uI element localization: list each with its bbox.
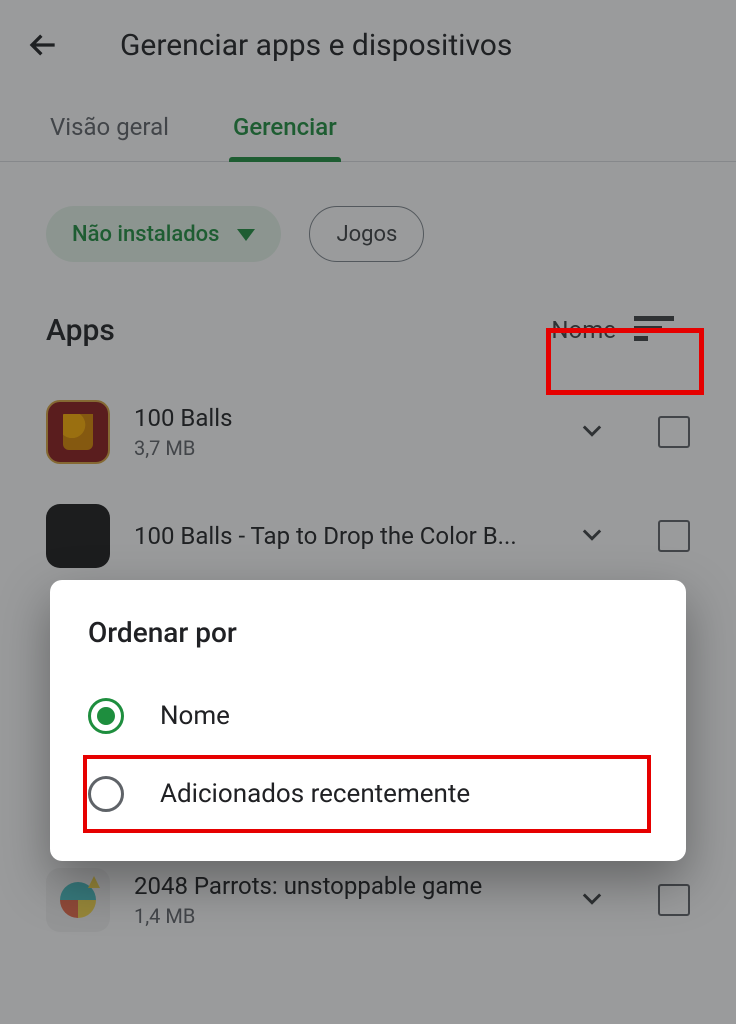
- radio-label: Nome: [160, 701, 230, 731]
- sort-option-name[interactable]: Nome: [82, 677, 654, 755]
- sort-dialog: Ordenar por Nome Adicionados recentement…: [50, 580, 686, 861]
- sort-option-recent[interactable]: Adicionados recentemente: [82, 755, 654, 833]
- radio-label: Adicionados recentemente: [160, 779, 470, 809]
- dialog-title: Ordenar por: [88, 616, 654, 649]
- radio-icon: [88, 698, 124, 734]
- screen: Gerenciar apps e dispositivos Visão gera…: [0, 0, 736, 1024]
- modal-scrim[interactable]: [0, 0, 736, 1024]
- radio-icon: [88, 776, 124, 812]
